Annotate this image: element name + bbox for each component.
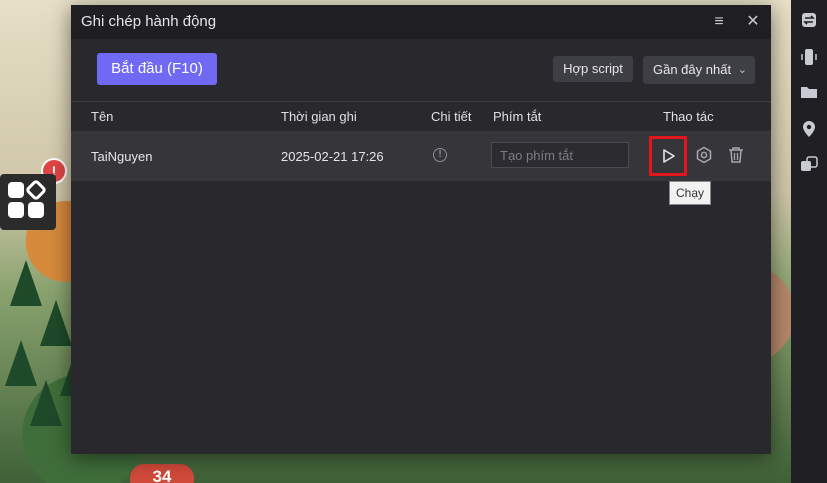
run-tooltip: Chạy [669, 181, 711, 205]
header-actions: Thao tác [663, 109, 714, 124]
table-row: TaiNguyen 2025-02-21 17:26 ! [71, 131, 771, 182]
menu-icon[interactable]: ≡ [709, 12, 729, 32]
location-icon[interactable] [800, 120, 818, 138]
record-time: 2025-02-21 17:26 [281, 149, 384, 164]
sync-icon[interactable] [800, 12, 818, 30]
trash-icon[interactable] [727, 146, 745, 164]
header-shortcut: Phím tắt [493, 109, 542, 124]
sort-dropdown[interactable]: Gần đây nhất ⌄ [643, 56, 755, 84]
tree-decoration [30, 380, 62, 426]
tree-decoration [10, 260, 42, 306]
sort-dropdown-value: Gần đây nhất [653, 62, 732, 77]
chevron-down-icon: ⌄ [737, 64, 747, 76]
folder-icon[interactable] [800, 84, 818, 102]
tree-decoration [40, 300, 72, 346]
multi-instance-icon[interactable] [800, 156, 818, 174]
script-name: TaiNguyen [91, 149, 153, 164]
table-header: Tên Thời gian ghi Chi tiết Phím tắt Thao… [71, 101, 771, 132]
shake-icon[interactable] [800, 48, 818, 66]
info-icon[interactable]: ! [433, 148, 447, 162]
close-icon[interactable]: ✕ [743, 12, 763, 32]
header-detail: Chi tiết [431, 109, 472, 124]
action-recorder-dialog: Ghi chép hành động ≡ ✕ Bắt đầu (F10) Hợp… [71, 5, 771, 454]
start-recording-button[interactable]: Bắt đầu (F10) [97, 53, 217, 85]
shortcut-input[interactable] [491, 142, 629, 168]
header-name: Tên [91, 109, 114, 124]
dialog-title: Ghi chép hành động [81, 13, 217, 30]
dialog-titlebar: Ghi chép hành động ≡ ✕ [71, 5, 771, 39]
emulator-sidebar [791, 0, 827, 483]
header-time: Thời gian ghi [281, 109, 357, 124]
app-launcher-button[interactable] [0, 174, 56, 230]
merge-script-button[interactable]: Hợp script [553, 56, 633, 82]
settings-hex-icon[interactable] [695, 146, 713, 164]
play-icon [663, 149, 675, 163]
game-level-badge: 34 [130, 464, 194, 483]
run-script-button[interactable] [649, 136, 687, 176]
